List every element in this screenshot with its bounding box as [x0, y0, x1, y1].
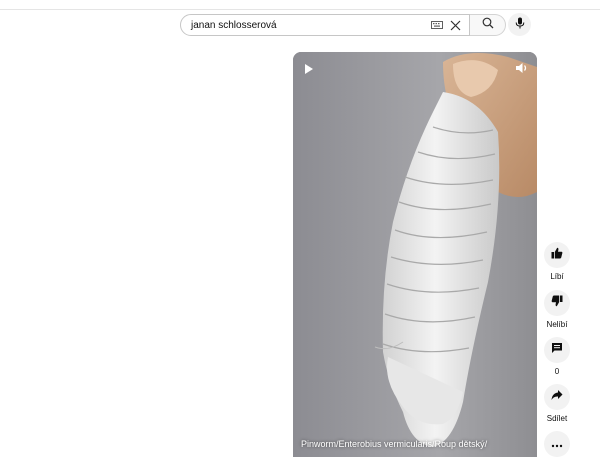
share-label: Sdílet	[546, 414, 568, 423]
search-bar: janan schlosserová	[180, 13, 506, 37]
voice-search-button[interactable]	[508, 13, 531, 36]
thumb-down-icon	[551, 294, 563, 312]
like-label: Líbí	[550, 272, 564, 281]
like-action: Líbí	[543, 242, 571, 281]
top-divider	[0, 0, 600, 10]
search-field[interactable]: janan schlosserová	[180, 14, 470, 36]
more-action	[543, 431, 571, 457]
play-icon[interactable]	[303, 62, 315, 74]
share-button[interactable]	[544, 384, 570, 410]
video-frame	[293, 52, 537, 457]
share-action: Sdílet	[543, 384, 571, 423]
dislike-label: Nelíbí	[546, 320, 568, 329]
search-button[interactable]	[470, 14, 506, 36]
keyboard-icon[interactable]	[431, 21, 443, 29]
volume-icon[interactable]	[515, 61, 529, 75]
dislike-action: Nelíbí	[543, 290, 571, 329]
close-icon[interactable]	[449, 19, 461, 31]
more-icon	[551, 435, 563, 453]
dislike-button[interactable]	[544, 290, 570, 316]
search-icon	[482, 16, 494, 34]
comment-icon	[551, 341, 563, 359]
video-title: Pinworm/Enterobius vermicularis/Roup dět…	[301, 439, 488, 449]
search-input[interactable]: janan schlosserová	[191, 20, 431, 31]
more-button[interactable]	[544, 431, 570, 457]
video-player[interactable]: Pinworm/Enterobius vermicularis/Roup dět…	[293, 52, 537, 457]
thumb-up-icon	[551, 246, 563, 264]
share-icon	[551, 388, 563, 406]
comments-action: 0	[543, 337, 571, 376]
mic-icon	[515, 16, 525, 34]
comments-count: 0	[554, 367, 560, 376]
like-button[interactable]	[544, 242, 570, 268]
comments-button[interactable]	[544, 337, 570, 363]
